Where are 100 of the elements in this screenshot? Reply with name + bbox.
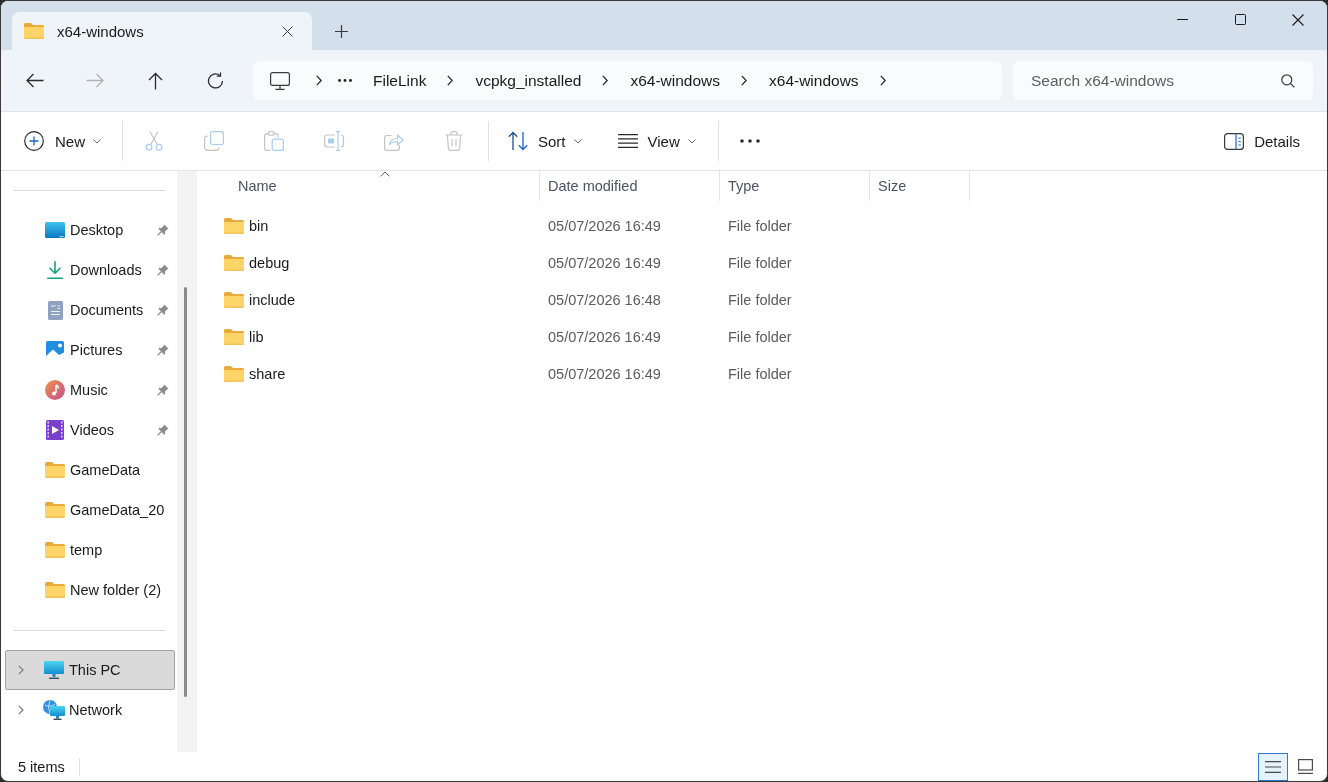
details-pane-button[interactable]: Details xyxy=(1212,121,1312,161)
scrollbar[interactable] xyxy=(177,171,197,752)
nav-pane-item[interactable]: Desktop xyxy=(5,210,175,250)
folder-icon xyxy=(224,328,244,345)
file-row[interactable]: lib 05/07/2026 16:49 File folder xyxy=(214,318,1327,355)
nav-pane-item[interactable]: New folder (2) xyxy=(5,570,175,610)
view-button[interactable]: View xyxy=(605,121,708,161)
download-icon xyxy=(47,261,63,279)
breadcrumb[interactable]: vcpkg_installed xyxy=(469,65,588,96)
minimize-icon xyxy=(1176,19,1188,20)
scissors-icon xyxy=(144,131,164,151)
nav-pane-item[interactable]: GameData xyxy=(5,450,175,490)
picture-icon xyxy=(46,341,64,359)
file-name: include xyxy=(249,291,295,308)
video-icon xyxy=(46,420,64,440)
arrow-right-icon xyxy=(86,73,104,88)
file-type: File folder xyxy=(727,217,792,234)
file-type: File folder xyxy=(727,291,792,308)
nav-pane-item[interactable]: This PC xyxy=(5,650,175,690)
date-modified: 05/07/2026 16:48 xyxy=(547,291,661,308)
nav-pane-item[interactable]: Music xyxy=(5,370,175,410)
search-icon xyxy=(1281,74,1295,88)
scrollbar-thumb[interactable] xyxy=(184,287,187,697)
file-name: lib xyxy=(249,328,264,345)
file-row[interactable]: include 05/07/2026 16:48 File folder xyxy=(214,281,1327,318)
file-name: share xyxy=(249,365,286,382)
nav-pane-item[interactable]: Documents xyxy=(5,290,175,330)
arrow-up-icon xyxy=(147,71,163,90)
sort-button[interactable]: Sort xyxy=(496,121,594,161)
list-icon xyxy=(617,134,638,148)
file-row[interactable]: bin 05/07/2026 16:49 File folder xyxy=(214,207,1327,244)
list-icon xyxy=(1265,760,1281,773)
breadcrumb[interactable]: x64-windows xyxy=(763,65,865,96)
column-header[interactable]: Date modified xyxy=(540,171,720,201)
chevron-right-icon[interactable] xyxy=(18,705,24,715)
chevron-right-icon xyxy=(741,75,747,86)
monitor-icon xyxy=(270,71,290,90)
ellipsis-icon xyxy=(338,79,352,82)
share-icon xyxy=(384,131,404,151)
file-type: File folder xyxy=(727,328,792,345)
chevron-right-icon xyxy=(447,75,454,86)
file-type: File folder xyxy=(727,365,792,382)
details-view-button[interactable] xyxy=(1258,752,1288,781)
date-modified: 05/07/2026 16:49 xyxy=(547,328,661,345)
search-field[interactable]: Search x64-windows xyxy=(1013,61,1313,100)
date-modified: 05/07/2026 16:49 xyxy=(547,217,661,234)
folder-icon xyxy=(224,365,244,382)
trash-icon xyxy=(445,131,463,151)
side-panel-icon xyxy=(1224,132,1245,150)
refresh-icon xyxy=(206,72,224,89)
folder-icon xyxy=(224,254,244,271)
clipboard-icon xyxy=(264,131,284,151)
breadcrumb[interactable]: FileLink xyxy=(367,65,433,96)
file-row[interactable]: debug 05/07/2026 16:49 File folder xyxy=(214,244,1327,281)
item-count: 5 items xyxy=(18,758,65,775)
column-header[interactable]: Name xyxy=(214,171,540,201)
column-header[interactable]: Size xyxy=(870,171,970,201)
folder-icon xyxy=(45,582,65,598)
new-button[interactable]: New xyxy=(15,121,112,161)
chevron-right-icon xyxy=(602,75,609,86)
folder-icon xyxy=(224,217,244,234)
close-icon xyxy=(281,25,293,37)
nav-pane-item[interactable]: Videos xyxy=(5,410,175,450)
file-name: bin xyxy=(249,217,269,234)
computer-icon xyxy=(44,661,64,679)
folder-icon xyxy=(224,291,244,308)
plus-icon xyxy=(334,24,348,38)
file-type: File folder xyxy=(727,254,792,271)
folder-icon xyxy=(45,502,65,518)
column-header[interactable]: Type xyxy=(720,171,870,201)
file-row[interactable]: share 05/07/2026 16:49 File folder xyxy=(214,355,1327,392)
chevron-right-icon[interactable] xyxy=(18,665,24,675)
chevron-right-icon xyxy=(316,75,322,86)
ellipsis-icon xyxy=(739,139,760,143)
arrow-left-icon xyxy=(26,73,44,88)
text-box-icon xyxy=(324,131,344,151)
date-modified: 05/07/2026 16:49 xyxy=(547,254,661,271)
nav-pane-item[interactable]: Downloads xyxy=(5,250,175,290)
breadcrumb[interactable]: x64-windows xyxy=(624,65,726,96)
nav-pane-item[interactable]: Pictures xyxy=(5,330,175,370)
folder-icon xyxy=(45,542,65,558)
document-icon xyxy=(47,300,63,320)
nav-pane-item[interactable]: Network xyxy=(5,690,175,730)
music-icon xyxy=(45,380,65,400)
plus-circle-icon xyxy=(24,131,44,151)
chevron-right-icon xyxy=(879,75,886,86)
nav-pane-item[interactable]: temp xyxy=(5,530,175,570)
tab[interactable]: x64-windows xyxy=(12,12,312,50)
date-modified: 05/07/2026 16:49 xyxy=(547,365,661,382)
copy-icon xyxy=(204,131,224,151)
maximize-icon xyxy=(1234,14,1246,25)
desktop-icon xyxy=(45,222,65,238)
close-icon xyxy=(1292,13,1304,26)
folder-icon xyxy=(45,462,65,478)
file-name: debug xyxy=(249,254,290,271)
tile-icon xyxy=(1297,759,1313,774)
nav-pane-item[interactable]: GameData_20 xyxy=(5,490,175,530)
address-bar[interactable]: FileLink vcpkg_installed x64-windows x64-windows xyxy=(253,61,1002,100)
sort-arrows-icon xyxy=(508,131,528,151)
folder-icon xyxy=(24,23,44,39)
